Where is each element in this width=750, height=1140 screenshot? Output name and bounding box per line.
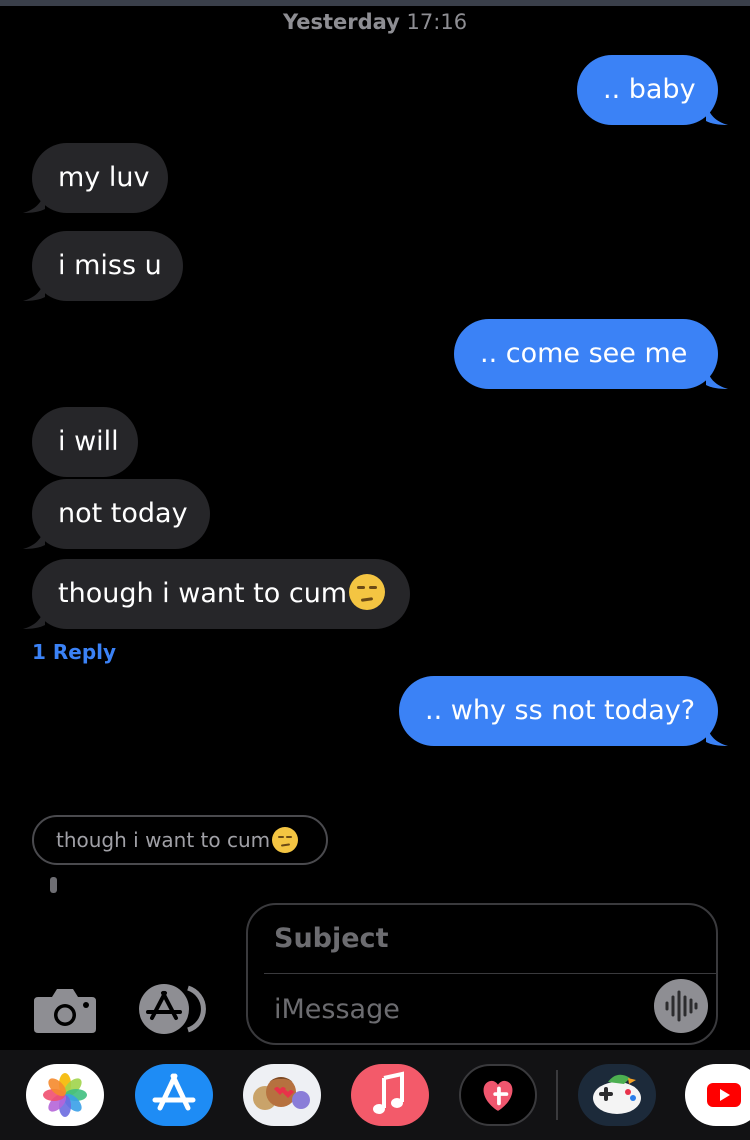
- app-store-app-button[interactable]: [135, 1064, 213, 1126]
- imessage-app-drawer: [0, 1050, 750, 1140]
- unamused-face-icon: [349, 573, 386, 610]
- message-bubble-incoming[interactable]: my luv: [23, 143, 168, 213]
- digital-touch-app-button[interactable]: [459, 1064, 537, 1126]
- message-text: my luv: [58, 162, 150, 193]
- message-text: .. why ss not today?: [425, 695, 696, 726]
- bubble-tail: [706, 722, 728, 746]
- bubble-tail: [23, 189, 45, 213]
- quoted-reply-preview[interactable]: though i want to cum: [32, 815, 328, 865]
- message-text: .. baby: [603, 74, 696, 105]
- message-text: i will: [58, 426, 119, 457]
- timestamp-time: 17:16: [406, 10, 468, 34]
- bubble-tail: [23, 277, 45, 301]
- audio-message-button[interactable]: [654, 979, 708, 1033]
- message-bubble-incoming[interactable]: i will: [32, 407, 138, 477]
- youtube-icon: [707, 1083, 741, 1107]
- bubble-tail: [23, 605, 45, 629]
- app-store-icon: [139, 984, 206, 1034]
- digital-touch-icon: [483, 1080, 513, 1111]
- timestamp-day: Yesterday: [282, 10, 400, 34]
- message-bubble-incoming[interactable]: not today: [23, 479, 210, 549]
- compose-divider: [264, 973, 716, 974]
- message-text: i miss u: [58, 250, 162, 281]
- message-text: though i want to cum: [58, 578, 348, 609]
- waveform-icon: [665, 990, 698, 1022]
- dock-separator: [556, 1070, 558, 1120]
- youtube-app-button[interactable]: [685, 1064, 750, 1126]
- bubble-tail: [706, 365, 728, 389]
- message-text: not today: [58, 498, 188, 529]
- message-bubble-outgoing[interactable]: .. baby: [577, 55, 728, 125]
- bubble-tail: [23, 525, 45, 549]
- top-edge: [0, 0, 750, 6]
- thread-reply-link[interactable]: 1 Reply: [32, 640, 116, 664]
- apps-drawer-button[interactable]: [136, 984, 216, 1034]
- camera-button[interactable]: [34, 985, 96, 1033]
- game-pigeon-app-button[interactable]: [578, 1064, 656, 1126]
- conversation-timestamp: Yesterday 17:16: [0, 10, 750, 34]
- unamused-face-icon: [272, 826, 299, 853]
- message-text: .. come see me: [480, 338, 688, 369]
- photos-app-button[interactable]: [26, 1064, 104, 1126]
- music-icon: [373, 1071, 404, 1114]
- subject-input[interactable]: Subject: [274, 923, 388, 954]
- message-bubble-incoming[interactable]: i miss u: [23, 231, 183, 301]
- message-bubble-outgoing[interactable]: .. come see me: [454, 319, 728, 389]
- reply-thread-line: [50, 877, 57, 893]
- message-bubble-outgoing[interactable]: .. why ss not today?: [399, 676, 728, 746]
- game-pigeon-icon: [593, 1074, 641, 1114]
- message-bubble-incoming[interactable]: though i want to cum: [23, 559, 410, 629]
- memoji-icon: [253, 1077, 310, 1110]
- camera-icon: [34, 989, 96, 1033]
- bubble-tail: [706, 101, 728, 125]
- photos-icon: [43, 1073, 87, 1117]
- message-compose-field[interactable]: Subject iMessage: [246, 903, 718, 1045]
- message-input[interactable]: iMessage: [274, 994, 400, 1025]
- memoji-app-button[interactable]: [243, 1064, 321, 1126]
- quoted-reply-text: though i want to cum: [56, 828, 271, 852]
- app-store-icon: [152, 1073, 196, 1111]
- music-app-button[interactable]: [351, 1064, 429, 1126]
